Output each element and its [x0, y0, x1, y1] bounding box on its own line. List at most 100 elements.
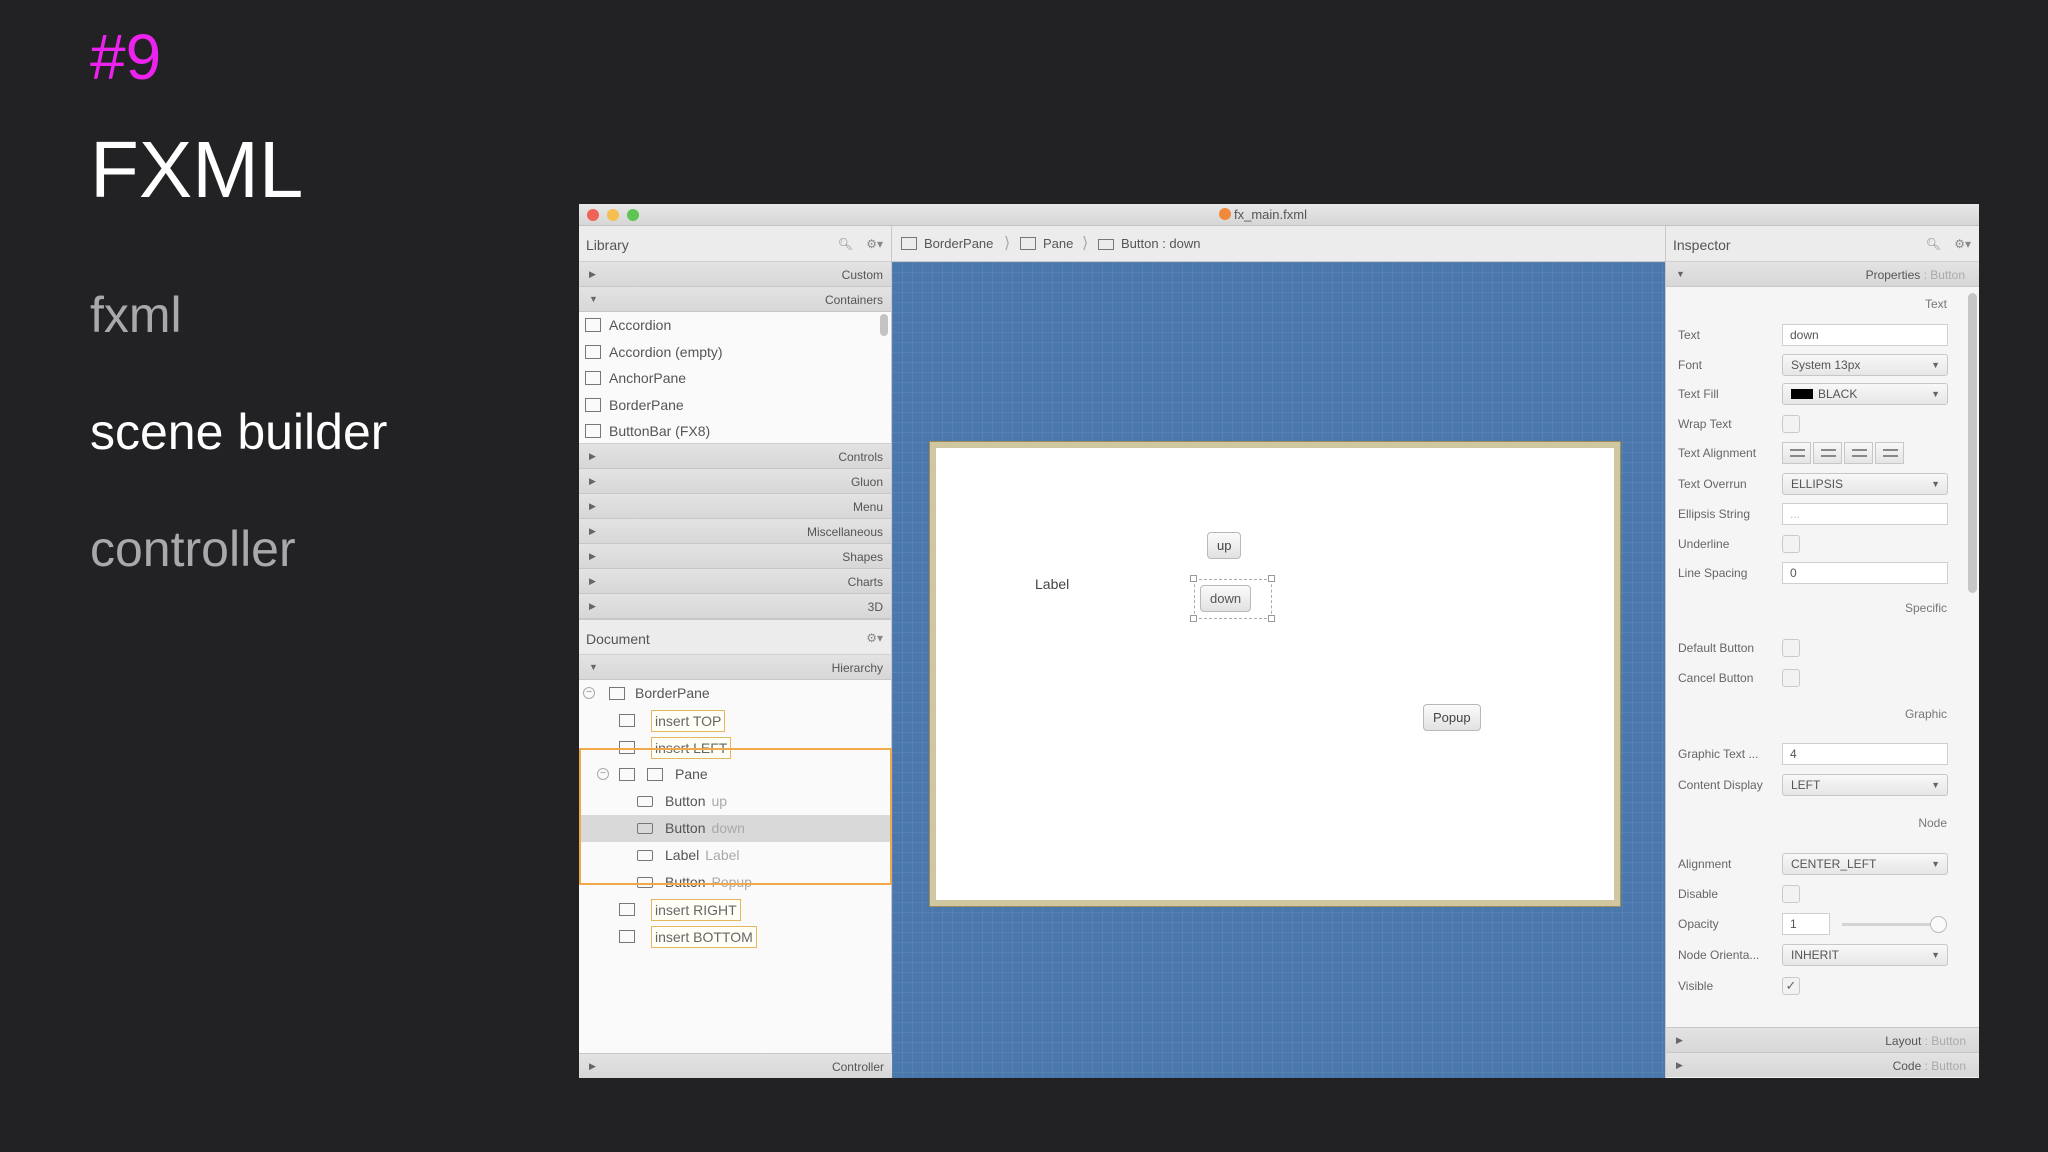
cancel-button-checkbox[interactable]	[1782, 669, 1800, 687]
opacity-field[interactable]: 1	[1782, 913, 1830, 935]
layout-section[interactable]: ▶ Layout : Button	[1666, 1027, 1979, 1052]
tree-item-borderpane[interactable]: − BorderPane	[579, 680, 892, 707]
node-orientation-select[interactable]: INHERIT ▼	[1782, 944, 1948, 966]
opacity-slider-knob[interactable]	[1930, 916, 1947, 933]
prop-label: Line Spacing	[1678, 566, 1748, 580]
design-pane[interactable]: Label up down Popup	[930, 442, 1620, 906]
collapse-toggle-icon[interactable]: −	[583, 687, 595, 699]
prop-disable: Disable	[1666, 883, 1966, 907]
library-section-menu[interactable]: ▶ Menu	[579, 494, 891, 519]
gear-icon[interactable]: ⚙▾	[866, 237, 883, 251]
breadcrumb-borderpane[interactable]: BorderPane	[901, 236, 993, 251]
resize-handle[interactable]	[1190, 575, 1197, 582]
align-center-button[interactable]	[1813, 442, 1842, 464]
chevron-right-icon: ⟩	[1004, 235, 1011, 252]
tree-item-insert-bottom[interactable]: insert BOTTOM	[579, 923, 892, 950]
library-item-accordion-empty[interactable]: Accordion (empty)	[579, 339, 891, 366]
library-section-miscellaneous[interactable]: ▶ Miscellaneous	[579, 519, 891, 544]
ellipsis-string-field[interactable]: ...	[1782, 503, 1948, 525]
region-center-icon	[619, 768, 635, 781]
hierarchy-section[interactable]: ▼ Hierarchy	[579, 655, 891, 680]
properties-section[interactable]: ▼ Properties : Button	[1666, 262, 1979, 287]
library-section-controls[interactable]: ▶ Controls	[579, 444, 891, 469]
library-section-charts[interactable]: ▶ Charts	[579, 569, 891, 594]
label-icon	[637, 850, 653, 861]
tree-item-pane[interactable]: − Pane	[579, 761, 892, 788]
minimize-window-button[interactable]	[607, 209, 619, 221]
disable-checkbox[interactable]	[1782, 885, 1800, 903]
library-section-containers[interactable]: ▼ Containers	[579, 287, 891, 312]
prop-label: Wrap Text	[1678, 417, 1732, 431]
visible-checkbox[interactable]: ✓	[1782, 977, 1800, 995]
maximize-window-button[interactable]	[627, 209, 639, 221]
alignment-select[interactable]: CENTER_LEFT ▼	[1782, 853, 1948, 875]
tree-item-button-down[interactable]: Button down	[579, 815, 892, 842]
library-list: Accordion Accordion (empty) AnchorPane B…	[579, 312, 891, 444]
library-item-accordion[interactable]: Accordion	[579, 312, 891, 339]
align-left-button[interactable]	[1782, 442, 1811, 464]
library-section-gluon[interactable]: ▶ Gluon	[579, 469, 891, 494]
tree-item-insert-left[interactable]: insert LEFT	[579, 734, 892, 761]
text-field[interactable]: down	[1782, 324, 1948, 346]
section-label: Miscellaneous	[806, 525, 883, 539]
library-section-shapes[interactable]: ▶ Shapes	[579, 544, 891, 569]
design-canvas[interactable]: Label up down Popup	[892, 262, 1665, 1078]
canvas-button-popup[interactable]: Popup	[1423, 704, 1481, 731]
gear-icon[interactable]: ⚙▾	[1954, 237, 1971, 251]
tree-item-button-up[interactable]: Button up	[579, 788, 892, 815]
font-select[interactable]: System 13px ▼	[1782, 354, 1948, 376]
underline-checkbox[interactable]	[1782, 535, 1800, 553]
prop-text-fill: Text Fill BLACK ▼	[1666, 383, 1966, 407]
content-display-value: LEFT	[1791, 778, 1821, 792]
library-item-borderpane[interactable]: BorderPane	[579, 392, 891, 419]
text-overrun-select[interactable]: ELLIPSIS ▼	[1782, 473, 1948, 495]
library-section-custom[interactable]: ▶ Custom	[579, 262, 891, 287]
tree-item-insert-right[interactable]: insert RIGHT	[579, 896, 892, 923]
tree-item-id: Label	[705, 847, 740, 863]
resize-handle[interactable]	[1190, 615, 1197, 622]
library-item-anchorpane[interactable]: AnchorPane	[579, 365, 891, 392]
default-button-checkbox[interactable]	[1782, 639, 1800, 657]
canvas-button-up[interactable]: up	[1207, 532, 1242, 559]
breadcrumb-pane[interactable]: Pane	[1020, 236, 1073, 251]
controller-section[interactable]: ▶ Controller	[579, 1053, 892, 1078]
close-window-button[interactable]	[587, 209, 599, 221]
alignment-value: CENTER_LEFT	[1791, 857, 1877, 871]
search-icon[interactable]: 🔍︎	[1926, 237, 1941, 251]
chevron-down-icon: ▼	[1931, 859, 1940, 869]
align-right-button[interactable]	[1844, 442, 1873, 464]
code-section[interactable]: ▶ Code : Button	[1666, 1052, 1979, 1077]
resize-handle[interactable]	[1268, 575, 1275, 582]
tree-item-type: Button	[665, 874, 706, 890]
opacity-slider-track[interactable]	[1842, 923, 1938, 926]
tree-item-label[interactable]: Label Label	[579, 842, 892, 869]
prop-text-alignment: Text Alignment	[1666, 442, 1966, 466]
code-section-label: Code : Button	[1893, 1059, 1966, 1073]
document-title: Document	[586, 631, 650, 647]
library-item-label: BorderPane	[609, 396, 684, 413]
canvas-button-down[interactable]: down	[1200, 585, 1252, 612]
graphic-text-gap-field[interactable]: 4	[1782, 743, 1948, 765]
tree-item-insert-top[interactable]: insert TOP	[579, 707, 892, 734]
resize-handle[interactable]	[1268, 615, 1275, 622]
canvas-label[interactable]: Label	[1035, 576, 1069, 592]
library-section-3d[interactable]: ▶ 3D	[579, 594, 891, 619]
properties-section-label: Properties : Button	[1866, 268, 1965, 282]
content-display-select[interactable]: LEFT ▼	[1782, 774, 1948, 796]
library-item-buttonbar[interactable]: ButtonBar (FX8)	[579, 418, 891, 445]
section-label: Custom	[841, 268, 883, 282]
region-left-icon	[619, 741, 635, 754]
align-justify-button[interactable]	[1875, 442, 1904, 464]
inspector-scrollbar[interactable]	[1968, 293, 1977, 593]
wrap-text-checkbox[interactable]	[1782, 415, 1800, 433]
tree-item-button-popup[interactable]: Button Popup	[579, 869, 892, 896]
line-spacing-field[interactable]: 0	[1782, 562, 1948, 584]
search-icon[interactable]: 🔍︎	[838, 237, 853, 251]
text-fill-picker[interactable]: BLACK ▼	[1782, 383, 1948, 405]
section-label: Gluon	[850, 475, 883, 489]
gear-icon[interactable]: ⚙▾	[866, 631, 883, 645]
insert-slot-label: insert BOTTOM	[651, 926, 757, 948]
collapse-toggle-icon[interactable]: −	[597, 768, 609, 780]
breadcrumb-button[interactable]: Button : down	[1098, 236, 1201, 251]
library-scrollbar[interactable]	[880, 314, 888, 336]
